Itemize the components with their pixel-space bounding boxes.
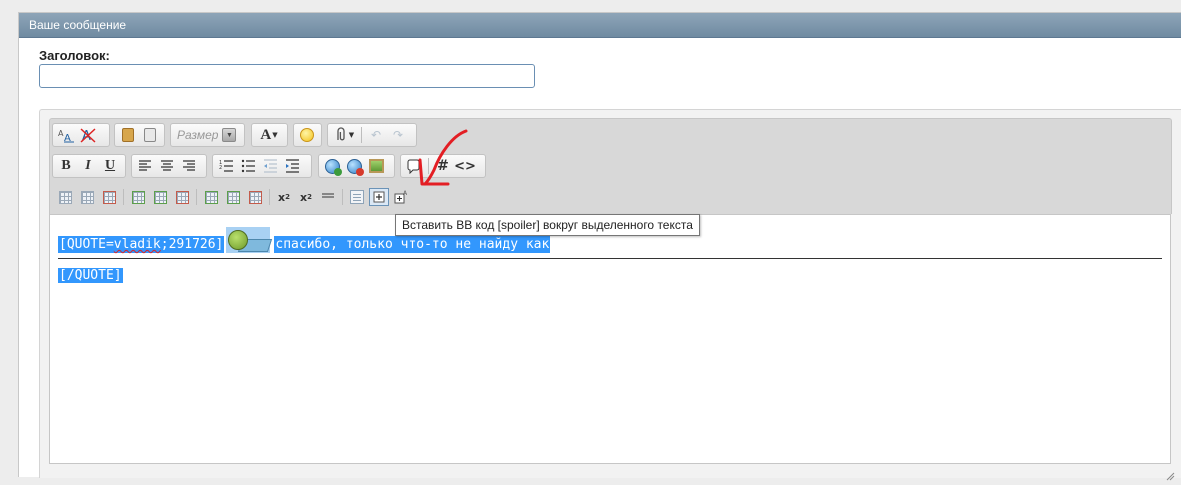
row-insert-below-icon[interactable] (150, 188, 170, 206)
quote-close-tag: [/QUOTE] (58, 268, 123, 283)
bold-button[interactable]: B (56, 157, 76, 175)
format-group: AA A (52, 123, 110, 147)
image-icon[interactable] (366, 157, 386, 175)
align-right-icon[interactable] (179, 157, 199, 175)
undo-icon[interactable]: ↶ (366, 126, 386, 144)
hash-button[interactable]: # (433, 157, 453, 175)
title-input[interactable] (39, 64, 535, 88)
column-insert-right-icon[interactable] (223, 188, 243, 206)
attachment-icon[interactable]: ▼ (331, 126, 357, 144)
panel-title: Ваше сообщение (19, 13, 1181, 38)
text-style-group: B I U (52, 154, 126, 178)
column-insert-left-icon[interactable] (201, 188, 221, 206)
message-panel: Ваше сообщение Заголовок: AA A (18, 12, 1181, 481)
link-icon[interactable] (322, 157, 342, 176)
horizontal-rule-icon[interactable] (318, 188, 338, 206)
text-divider (58, 258, 1162, 259)
hide-tag-icon[interactable] (347, 188, 367, 206)
align-left-icon[interactable] (135, 157, 155, 175)
message-text: спасибо, только что-то не найду как (274, 236, 551, 253)
align-group (131, 154, 207, 178)
caret-down-icon: ▼ (272, 131, 278, 139)
outdent-icon[interactable] (260, 157, 280, 175)
svg-text:2: 2 (219, 165, 222, 171)
size-select[interactable]: Размер ▼ (170, 123, 245, 147)
align-center-icon[interactable] (157, 157, 177, 175)
font-dropdown[interactable]: A ▼ (251, 123, 288, 147)
paste-icon[interactable] (118, 126, 138, 144)
title-label: Заголовок: (39, 48, 110, 63)
redo-icon[interactable]: ↷ (388, 126, 408, 144)
reading-smiley-icon (226, 227, 273, 253)
table-delete-icon[interactable] (99, 188, 119, 206)
quote-open-line: [QUOTE=vladik;291726] спасибо, только чт… (58, 227, 551, 253)
remove-format-icon[interactable]: A (78, 126, 98, 144)
code-button[interactable]: <> (454, 157, 476, 175)
clipboard-group (114, 123, 165, 147)
editor-toolbar: AA A Размер ▼ (49, 118, 1172, 214)
font-style-icon[interactable]: AA (56, 126, 76, 144)
spoiler-alt-icon[interactable]: A (391, 188, 411, 206)
subscript-button[interactable]: x2 (274, 188, 294, 206)
table-icon[interactable] (55, 188, 75, 206)
list-group: 12 (212, 154, 312, 178)
spoiler-icon[interactable] (369, 188, 389, 206)
message-textarea[interactable]: [QUOTE=vladik;291726] спасибо, только чт… (49, 214, 1171, 464)
toolbar-row-1: AA A Размер ▼ (50, 123, 1171, 149)
italic-button[interactable]: I (78, 157, 98, 175)
attach-undo-group: ▼ ↶ ↷ (327, 123, 417, 147)
resize-handle-icon[interactable] (1165, 466, 1175, 481)
svg-text:A: A (403, 190, 408, 197)
spoiler-tooltip: Вставить BB код [spoiler] вокруг выделен… (395, 214, 700, 236)
quote-icon[interactable] (404, 157, 424, 175)
smiley-icon (297, 126, 317, 144)
editor-container: AA A Размер ▼ (39, 109, 1181, 481)
row-insert-above-icon[interactable] (128, 188, 148, 206)
unordered-list-icon[interactable] (238, 157, 258, 175)
paste-text-icon[interactable] (140, 126, 160, 144)
font-dropdown-label: A (260, 126, 272, 143)
table-props-icon[interactable] (77, 188, 97, 206)
toolbar-row-3: x2 x2 A (50, 185, 1171, 211)
indent-icon[interactable] (282, 157, 302, 175)
table-group: x2 x2 A (52, 185, 434, 209)
misspelled-word: vladik (113, 237, 161, 252)
smilies-button[interactable] (293, 123, 322, 147)
column-delete-icon[interactable] (245, 188, 265, 206)
size-select-label: Размер (177, 128, 219, 142)
ordered-list-icon[interactable]: 12 (216, 157, 236, 175)
insert-group (318, 154, 395, 178)
row-delete-icon[interactable] (172, 188, 192, 206)
underline-button[interactable]: U (100, 157, 120, 175)
email-link-icon[interactable] (344, 157, 364, 176)
toolbar-row-2: B I U 12 # <> (50, 154, 1171, 180)
quote-code-group: # <> (400, 154, 486, 178)
chevron-down-icon: ▼ (222, 128, 237, 142)
quote-open-tag: [QUOTE=vladik;291726] (58, 236, 225, 253)
superscript-button[interactable]: x2 (296, 188, 316, 206)
